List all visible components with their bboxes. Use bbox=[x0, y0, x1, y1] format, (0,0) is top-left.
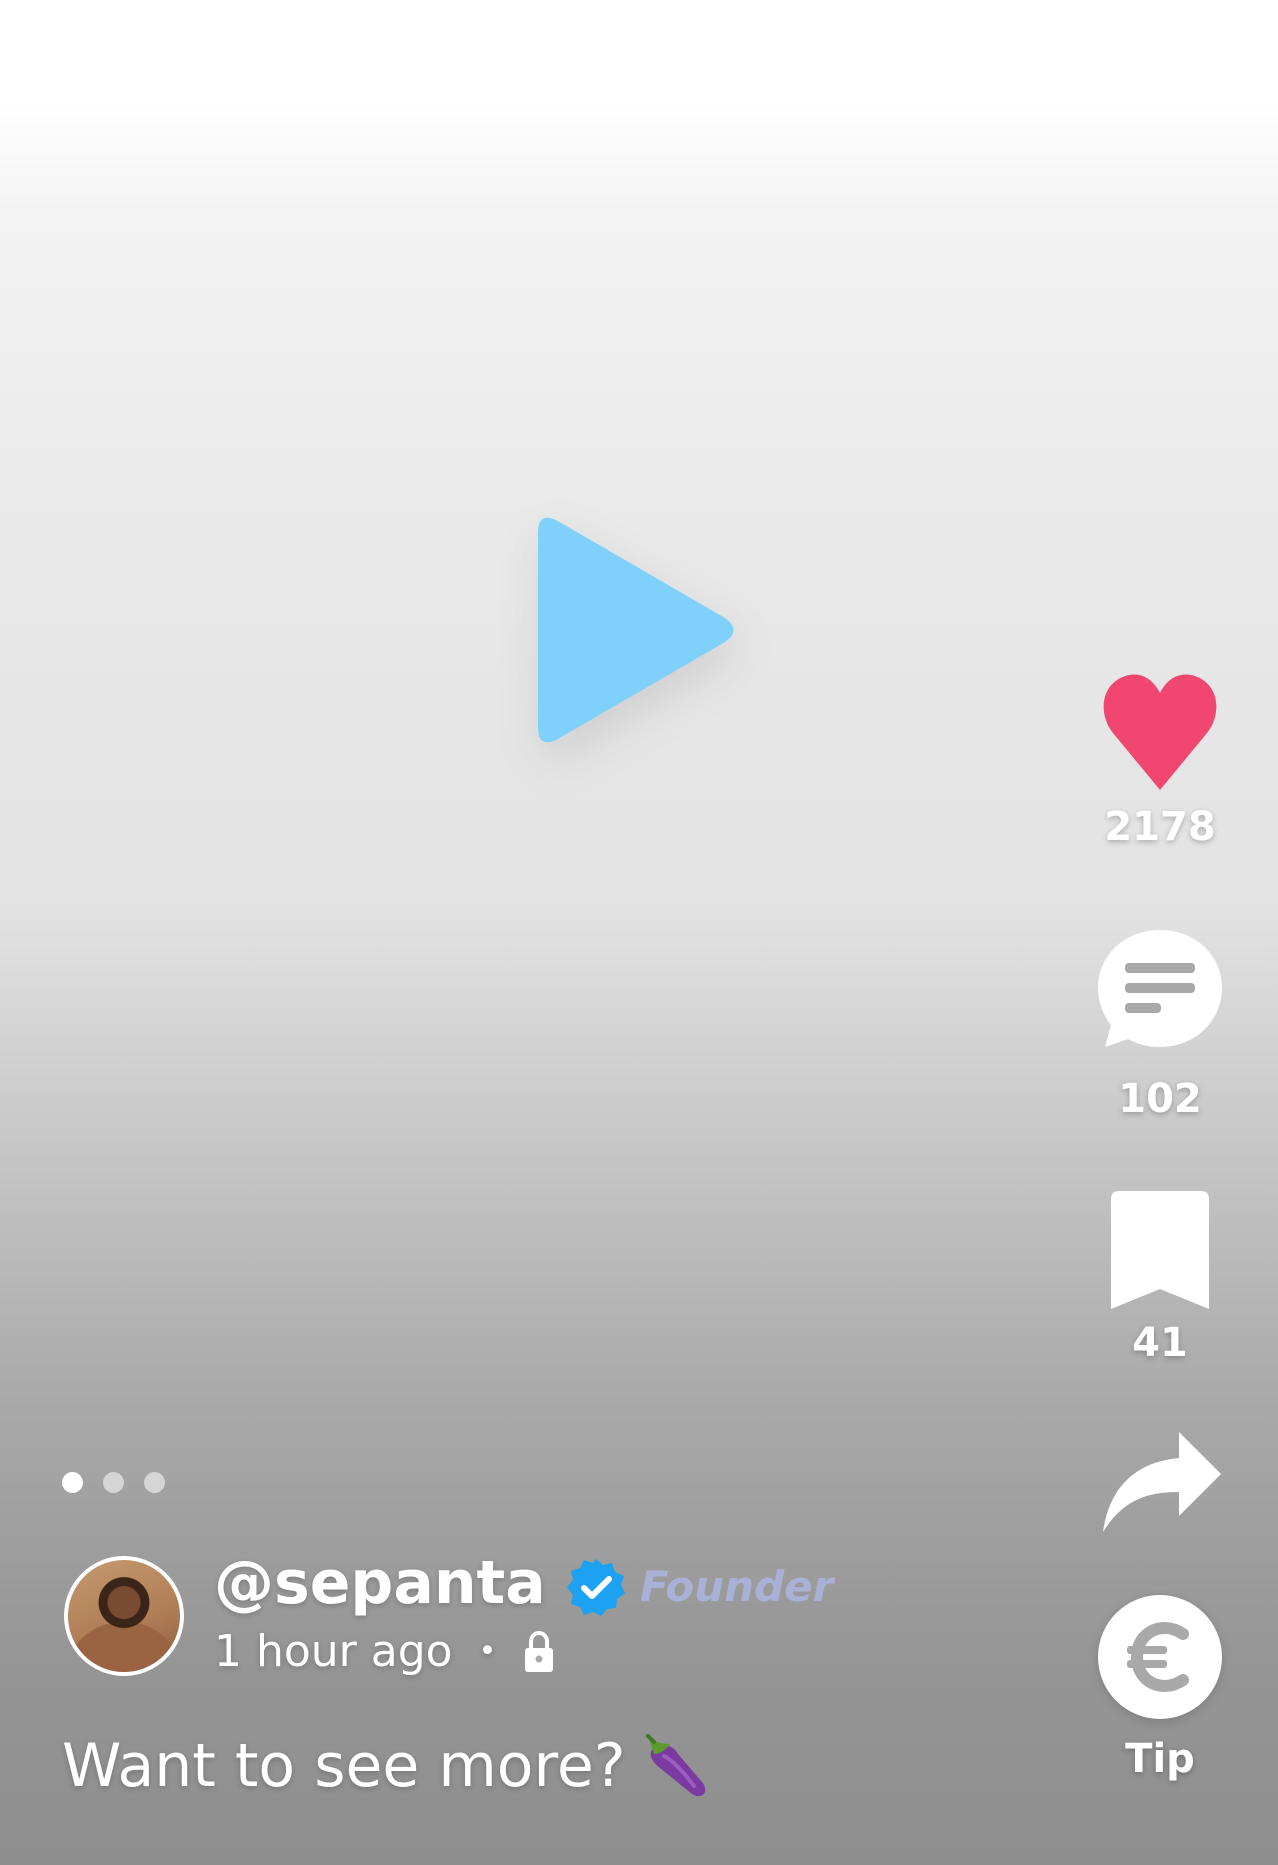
meta-separator: • bbox=[478, 1634, 497, 1669]
bookmark-count: 41 bbox=[1132, 1320, 1188, 1366]
video-canvas[interactable]: 2178 102 41 Tip @sepanta Founder 1 hour … bbox=[0, 0, 1278, 1865]
euro-icon bbox=[1127, 1622, 1189, 1692]
comment-action[interactable]: 102 bbox=[1095, 925, 1225, 1121]
eggplant-icon bbox=[645, 1734, 705, 1797]
tip-label: Tip bbox=[1125, 1736, 1195, 1782]
like-action[interactable]: 2178 bbox=[1095, 665, 1225, 849]
username[interactable]: @sepanta bbox=[214, 1548, 546, 1618]
pagination-dot-1[interactable] bbox=[62, 1472, 83, 1493]
post-time: 1 hour ago bbox=[214, 1626, 453, 1677]
media-pagination bbox=[62, 1472, 165, 1493]
share-action[interactable] bbox=[1095, 1428, 1225, 1538]
bookmark-action[interactable]: 41 bbox=[1095, 1185, 1225, 1365]
play-icon bbox=[538, 517, 738, 761]
pagination-dot-2[interactable] bbox=[103, 1472, 124, 1493]
share-icon[interactable] bbox=[1095, 1428, 1225, 1538]
comment-icon[interactable] bbox=[1095, 925, 1225, 1055]
caption-text: Want to see more? bbox=[62, 1731, 626, 1801]
comment-count: 102 bbox=[1118, 1076, 1202, 1122]
post-meta: 1 hour ago • bbox=[214, 1626, 556, 1678]
tip-action[interactable]: Tip bbox=[1095, 1595, 1225, 1781]
bookmark-icon[interactable] bbox=[1105, 1185, 1215, 1313]
post-caption: Want to see more? bbox=[62, 1730, 716, 1802]
user-role: Founder bbox=[640, 1562, 834, 1611]
play-button[interactable] bbox=[520, 510, 760, 770]
verified-badge-icon bbox=[567, 1559, 625, 1616]
like-count: 2178 bbox=[1104, 804, 1216, 850]
heart-icon[interactable] bbox=[1095, 665, 1225, 795]
tip-button[interactable] bbox=[1098, 1595, 1222, 1719]
avatar[interactable] bbox=[64, 1556, 184, 1676]
lock-icon bbox=[525, 1630, 554, 1672]
pagination-dot-3[interactable] bbox=[144, 1472, 165, 1493]
